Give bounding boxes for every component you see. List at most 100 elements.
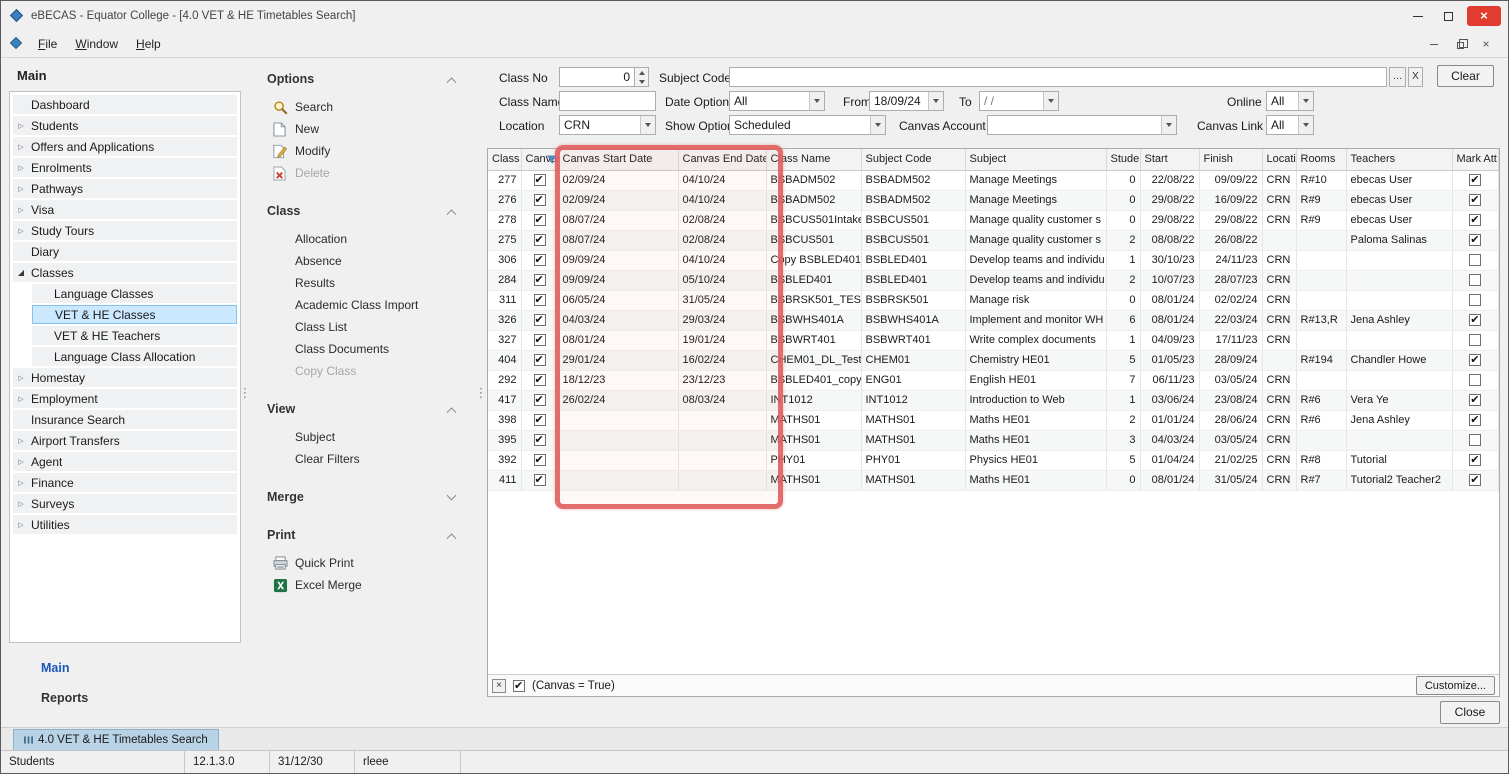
mark-att-checkbox[interactable] — [1469, 414, 1481, 426]
column-header-subject-code[interactable]: Subject Code — [861, 149, 965, 170]
mark-att-checkbox[interactable] — [1469, 394, 1481, 406]
canvas-checkbox[interactable] — [534, 294, 546, 306]
mdi-minimize-button[interactable] — [1426, 36, 1442, 52]
column-header-rooms[interactable]: Rooms — [1296, 149, 1346, 170]
maximize-button[interactable] — [1433, 1, 1463, 31]
subject-code-ellipsis-button[interactable]: … — [1389, 67, 1406, 87]
tree-collapsed-icon[interactable]: ▷ — [13, 143, 29, 151]
sidebar-item-language-classes[interactable]: Language Classes — [32, 284, 237, 303]
menu-help[interactable]: Help — [127, 31, 170, 57]
grid-row[interactable]: 392PHY01PHY01Physics HE01501/04/2421/02/… — [488, 450, 1499, 470]
action-search[interactable]: Search — [265, 96, 465, 118]
sidebar-item-classes[interactable]: ◢Classes — [13, 263, 237, 282]
from-date-input[interactable]: 18/09/24 — [869, 91, 944, 111]
canvas-checkbox[interactable] — [534, 454, 546, 466]
tree-collapsed-icon[interactable]: ▷ — [13, 164, 29, 172]
grid-row[interactable]: 29218/12/2323/12/23BSBLED401_copyENG01En… — [488, 370, 1499, 390]
tree-collapsed-icon[interactable]: ▷ — [13, 395, 29, 403]
sidebar-item-dashboard[interactable]: Dashboard — [13, 95, 237, 114]
tree-collapsed-icon[interactable]: ▷ — [13, 437, 29, 445]
tree-collapsed-icon[interactable]: ▷ — [13, 206, 29, 214]
canvas-checkbox[interactable] — [534, 174, 546, 186]
sidebar-item-insurance-search[interactable]: Insurance Search — [13, 410, 237, 429]
class-no-input[interactable]: 0 — [559, 67, 649, 87]
grid-row[interactable]: 27508/07/2402/08/24BSBCUS501BSBCUS501Man… — [488, 230, 1499, 250]
grid-row[interactable]: 32604/03/2429/03/24BSBWHS401ABSBWHS401AI… — [488, 310, 1499, 330]
spinner-buttons[interactable] — [634, 68, 648, 86]
action-quick-print[interactable]: Quick Print — [265, 552, 465, 574]
splitter-handle[interactable]: ⋮ — [477, 58, 485, 727]
tree-collapsed-icon[interactable]: ▷ — [13, 185, 29, 193]
sidebar-item-finance[interactable]: ▷Finance — [13, 473, 237, 492]
tree-collapsed-icon[interactable]: ▷ — [13, 227, 29, 235]
grid-row[interactable]: 411MATHS01MATHS01Maths HE01008/01/2431/0… — [488, 470, 1499, 490]
grid-row[interactable]: 27808/07/2402/08/24BSBCUS501IntakeBSBCUS… — [488, 210, 1499, 230]
column-header-finish[interactable]: Finish — [1199, 149, 1262, 170]
location-select[interactable]: CRN — [559, 115, 656, 135]
sidebar-item-language-class-allocation[interactable]: Language Class Allocation — [32, 347, 237, 366]
sidebar-item-surveys[interactable]: ▷Surveys — [13, 494, 237, 513]
mark-att-checkbox[interactable] — [1469, 434, 1481, 446]
clear-button[interactable]: Clear — [1437, 65, 1494, 87]
action-absence[interactable]: Absence — [265, 250, 465, 272]
grid-row[interactable]: 28409/09/2405/10/24BSBLED401BSBLED401Dev… — [488, 270, 1499, 290]
mdi-close-button[interactable]: × — [1478, 36, 1494, 52]
action-academic-class-import[interactable]: Academic Class Import — [265, 294, 465, 316]
sidebar-item-agent[interactable]: ▷Agent — [13, 452, 237, 471]
column-header-subject[interactable]: Subject — [965, 149, 1106, 170]
grid-row[interactable]: 41726/02/2408/03/24INT1012INT1012Introdu… — [488, 390, 1499, 410]
grid-row[interactable]: 40429/01/2416/02/24CHEM01_DL_Test_CHEM01… — [488, 350, 1499, 370]
tree-collapsed-icon[interactable]: ▷ — [13, 521, 29, 529]
canvas-checkbox[interactable] — [534, 194, 546, 206]
menu-window[interactable]: Window — [66, 31, 127, 57]
remove-filter-button[interactable]: × — [492, 679, 506, 693]
sidebar-item-airport-transfers[interactable]: ▷Airport Transfers — [13, 431, 237, 450]
menu-file[interactable]: File — [29, 31, 66, 57]
mark-att-checkbox[interactable] — [1469, 454, 1481, 466]
action-allocation[interactable]: Allocation — [265, 228, 465, 250]
canvas-checkbox[interactable] — [534, 374, 546, 386]
action-class-documents[interactable]: Class Documents — [265, 338, 465, 360]
tree-collapsed-icon[interactable]: ▷ — [13, 500, 29, 508]
column-header-locati[interactable]: Locati — [1262, 149, 1296, 170]
column-header-class-name[interactable]: Class Name — [766, 149, 861, 170]
close-window-button[interactable]: × — [1467, 6, 1501, 26]
section-header-merge[interactable]: Merge — [265, 486, 465, 508]
mark-att-checkbox[interactable] — [1469, 254, 1481, 266]
mark-att-checkbox[interactable] — [1469, 274, 1481, 286]
sidebar-item-employment[interactable]: ▷Employment — [13, 389, 237, 408]
canvas-link-select[interactable]: All — [1266, 115, 1314, 135]
column-header-mark-att[interactable]: Mark Att — [1452, 149, 1499, 170]
tree-collapsed-icon[interactable]: ▷ — [13, 122, 29, 130]
filter-funnel-icon[interactable] — [547, 155, 556, 167]
action-modify[interactable]: Modify — [265, 140, 465, 162]
section-header-view[interactable]: View — [265, 398, 465, 420]
sidebar-item-students[interactable]: ▷Students — [13, 116, 237, 135]
mark-att-checkbox[interactable] — [1469, 334, 1481, 346]
class-name-input[interactable] — [559, 91, 656, 111]
sidebar-item-pathways[interactable]: ▷Pathways — [13, 179, 237, 198]
tree-expanded-icon[interactable]: ◢ — [13, 268, 29, 277]
subject-code-input[interactable] — [729, 67, 1387, 87]
app-menu-icon[interactable] — [9, 36, 25, 52]
grid-row[interactable]: 32708/01/2419/01/24BSBWRT401BSBWRT401Wri… — [488, 330, 1499, 350]
action-excel-merge[interactable]: Excel Merge — [265, 574, 465, 596]
section-header-options[interactable]: Options — [265, 68, 465, 90]
column-header-teachers[interactable]: Teachers — [1346, 149, 1452, 170]
sidebar-item-vet-he-teachers[interactable]: VET & HE Teachers — [32, 326, 237, 345]
online-select[interactable]: All — [1266, 91, 1314, 111]
canvas-checkbox[interactable] — [534, 474, 546, 486]
action-results[interactable]: Results — [265, 272, 465, 294]
tab-4-0-vet-he-timetables-search[interactable]: 4.0 VET & HE Timetables Search — [13, 729, 219, 750]
tree-collapsed-icon[interactable]: ▷ — [13, 374, 29, 382]
column-header-student[interactable]: Student — [1106, 149, 1140, 170]
column-header-canvas-end-date[interactable]: Canvas End Date — [678, 149, 766, 170]
canvas-checkbox[interactable] — [534, 314, 546, 326]
sidebar-item-visa[interactable]: ▷Visa — [13, 200, 237, 219]
sidebar-item-offers-and-applications[interactable]: ▷Offers and Applications — [13, 137, 237, 156]
canvas-checkbox[interactable] — [534, 334, 546, 346]
grid-row[interactable]: 27602/09/2404/10/24BSBADM502BSBADM502Man… — [488, 190, 1499, 210]
mark-att-checkbox[interactable] — [1469, 294, 1481, 306]
canvas-checkbox[interactable] — [534, 214, 546, 226]
sidebar-item-study-tours[interactable]: ▷Study Tours — [13, 221, 237, 240]
